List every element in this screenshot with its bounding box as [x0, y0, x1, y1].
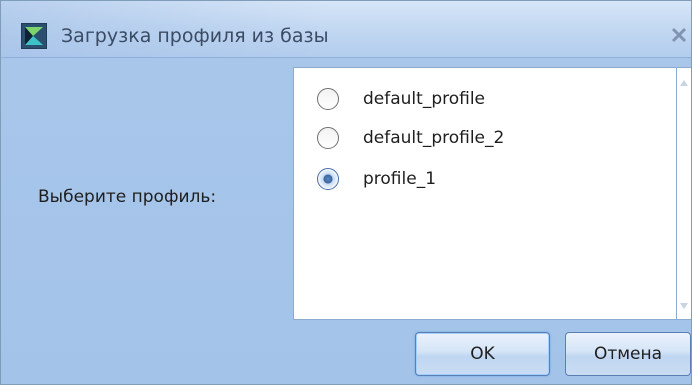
profile-option-default-profile[interactable]: default_profile	[317, 86, 667, 112]
dialog-window: Загрузка профиля из базы Выберите профил…	[0, 0, 692, 385]
radio-button[interactable]	[317, 88, 339, 110]
profile-prompt-label: Выберите профиль:	[38, 187, 217, 207]
close-icon[interactable]	[665, 19, 692, 51]
profile-option-profile-1[interactable]: profile_1	[317, 166, 667, 192]
profile-option-label: default_profile_2	[363, 128, 505, 148]
listbox-scrollbar[interactable]	[677, 67, 691, 320]
scroll-up-icon[interactable]	[680, 80, 688, 86]
title-bar[interactable]: Загрузка профиля из базы	[1, 1, 692, 58]
ok-button[interactable]: OK	[415, 332, 550, 376]
cancel-button[interactable]: Отмена	[565, 332, 691, 376]
profile-option-label: default_profile	[363, 89, 486, 109]
radio-button-selected[interactable]	[317, 168, 339, 190]
profile-option-label: profile_1	[363, 169, 437, 189]
profile-option-default-profile-2[interactable]: default_profile_2	[317, 125, 667, 151]
window-title: Загрузка профиля из базы	[61, 25, 329, 47]
radio-button[interactable]	[317, 127, 339, 149]
app-flag-icon	[21, 23, 47, 49]
scroll-down-icon[interactable]	[680, 303, 688, 309]
